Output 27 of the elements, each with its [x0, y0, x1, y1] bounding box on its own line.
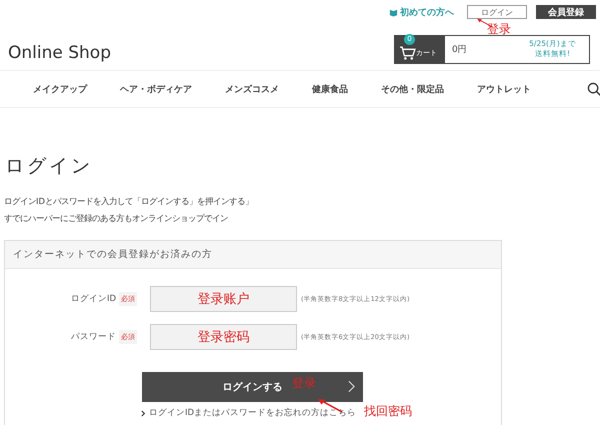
nav-item[interactable]: 健康食品: [312, 82, 348, 96]
input-field[interactable]: 登录密码: [150, 324, 297, 350]
annotation-text: 找回密码: [364, 403, 412, 420]
field-label: パスワード: [71, 331, 116, 343]
nav-item[interactable]: ヘア・ボディケア: [120, 82, 192, 96]
intro-text: すでにハーバーにご登録のある方もオンラインショップでイン: [4, 212, 229, 225]
cart-icon: [399, 44, 416, 60]
nav-item[interactable]: その他・限定品: [381, 82, 444, 96]
annotation-text: 登录: [487, 21, 511, 38]
annotation-text: 登录: [292, 375, 316, 392]
login-button[interactable]: ログイン: [467, 5, 527, 19]
nav-item[interactable]: アウトレット: [477, 82, 531, 96]
nav-item[interactable]: メンズコスメ: [225, 82, 279, 96]
page-title: ログイン: [5, 154, 94, 178]
shop-logo: Online Shop: [7, 43, 111, 63]
field-label: ログインID: [70, 293, 116, 305]
book-icon: [389, 8, 398, 16]
cart-total: 0円: [451, 44, 468, 56]
input-field[interactable]: 登录账户: [150, 286, 297, 312]
search-button[interactable]: [587, 82, 600, 96]
nav-item[interactable]: メイクアップ: [33, 82, 87, 96]
panel-heading: インターネットでの会員登録がお済みの方: [5, 241, 501, 269]
search-icon: [587, 82, 600, 96]
register-button[interactable]: 会員登録: [536, 5, 596, 19]
chevron-icon: [348, 380, 355, 393]
chevron-icon: [141, 410, 146, 416]
intro-text: ログインIDとパスワードを入力して「ログインする」を押インする」: [4, 195, 254, 208]
